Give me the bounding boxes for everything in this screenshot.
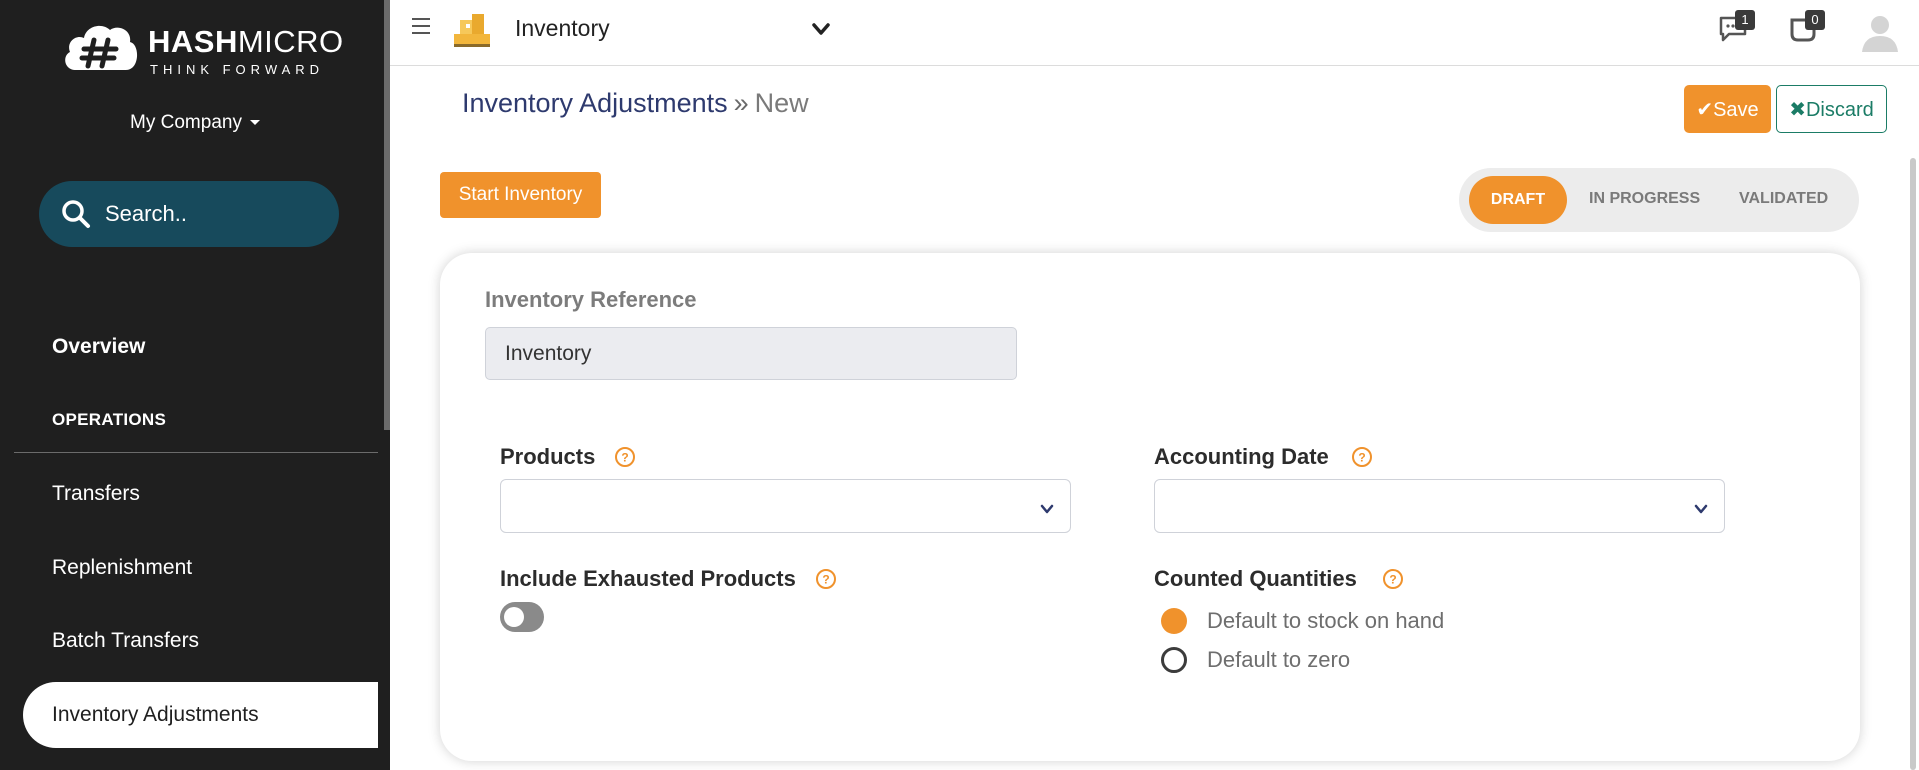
main-scrollbar[interactable] bbox=[1910, 158, 1916, 770]
accounting-date-select[interactable] bbox=[1154, 479, 1725, 533]
sidebar-item-replenishment[interactable]: Replenishment bbox=[52, 556, 192, 580]
status-bar: DRAFT IN PROGRESS VALIDATED bbox=[1459, 168, 1859, 232]
hashmicro-logo-icon bbox=[65, 25, 138, 70]
svg-text:?: ? bbox=[1389, 573, 1396, 587]
brand-name-bold: HASH bbox=[148, 24, 238, 59]
save-label: Save bbox=[1713, 98, 1759, 121]
start-inventory-button[interactable]: Start Inventory bbox=[440, 172, 601, 218]
breadcrumb-separator: » bbox=[733, 88, 749, 118]
inventory-boxes-icon bbox=[454, 14, 490, 47]
question-circle-icon[interactable]: ? bbox=[614, 446, 636, 468]
app-title: Inventory bbox=[515, 15, 610, 41]
radio-zero-label[interactable]: Default to zero bbox=[1207, 647, 1350, 673]
sidebar-search[interactable] bbox=[39, 181, 339, 247]
products-label: Products bbox=[500, 444, 596, 469]
discard-button[interactable]: ✖Discard bbox=[1776, 85, 1887, 133]
status-draft[interactable]: DRAFT bbox=[1469, 176, 1567, 224]
svg-text:?: ? bbox=[621, 451, 628, 465]
include-exhausted-label: Include Exhausted Products bbox=[500, 566, 796, 591]
counted-quantities-label: Counted Quantities bbox=[1154, 566, 1357, 591]
products-select[interactable] bbox=[500, 479, 1071, 533]
search-input[interactable] bbox=[105, 201, 325, 227]
sidebar-item-overview[interactable]: Overview bbox=[52, 335, 145, 359]
radio-stock-on-hand[interactable] bbox=[1161, 608, 1187, 634]
breadcrumb-parent[interactable]: Inventory Adjustments bbox=[462, 88, 728, 118]
app-root: HASHMICRO THINK FORWARD My Company Overv… bbox=[0, 0, 1919, 770]
save-button[interactable]: ✔Save bbox=[1684, 85, 1771, 133]
radio-stock-on-hand-label[interactable]: Default to stock on hand bbox=[1207, 608, 1444, 634]
sidebar-item-inventory-adjustments[interactable]: Inventory Adjustments bbox=[23, 682, 378, 748]
sidebar-item-batch-transfers[interactable]: Batch Transfers bbox=[52, 629, 199, 653]
caret-down-icon bbox=[249, 120, 260, 126]
activities-badge: 0 bbox=[1805, 10, 1825, 30]
brand-logo[interactable]: HASHMICRO THINK FORWARD bbox=[62, 20, 344, 77]
svg-text:?: ? bbox=[1358, 451, 1365, 465]
brand-tagline: THINK FORWARD bbox=[150, 62, 325, 77]
brand-name-light: MICRO bbox=[237, 24, 344, 59]
sidebar-item-transfers[interactable]: Transfers bbox=[52, 482, 140, 506]
breadcrumb: Inventory Adjustments» New bbox=[462, 88, 809, 119]
question-circle-icon[interactable]: ? bbox=[1351, 446, 1373, 468]
company-name: My Company bbox=[130, 112, 242, 133]
user-avatar-icon[interactable] bbox=[1860, 12, 1900, 52]
discard-label: Discard bbox=[1805, 98, 1874, 121]
sidebar-divider bbox=[14, 452, 378, 453]
status-validated[interactable]: VALIDATED bbox=[1739, 190, 1828, 208]
search-icon bbox=[62, 200, 90, 228]
radio-zero[interactable] bbox=[1161, 647, 1187, 673]
topbar: Inventory 1 0 bbox=[390, 0, 1919, 66]
company-switcher[interactable]: My Company bbox=[0, 112, 390, 134]
question-circle-icon[interactable]: ? bbox=[815, 568, 837, 590]
inventory-reference-label: Inventory Reference bbox=[485, 287, 697, 312]
brand-name: HASHMICRO bbox=[148, 24, 344, 60]
question-circle-icon[interactable]: ? bbox=[1382, 568, 1404, 590]
sidebar: HASHMICRO THINK FORWARD My Company Overv… bbox=[0, 0, 390, 770]
chevron-down-icon[interactable] bbox=[810, 18, 832, 40]
chevron-down-icon bbox=[1040, 504, 1054, 514]
toggle-knob bbox=[504, 607, 524, 627]
close-icon: ✖ bbox=[1789, 98, 1806, 121]
inventory-reference-input[interactable] bbox=[485, 327, 1017, 380]
accounting-date-label: Accounting Date bbox=[1154, 444, 1329, 469]
include-exhausted-toggle[interactable] bbox=[500, 602, 544, 632]
messages-badge: 1 bbox=[1735, 10, 1755, 30]
status-in-progress[interactable]: IN PROGRESS bbox=[1589, 190, 1700, 208]
sidebar-section-operations: OPERATIONS bbox=[52, 410, 167, 429]
svg-text:?: ? bbox=[822, 573, 829, 587]
hamburger-icon[interactable] bbox=[412, 18, 430, 36]
breadcrumb-current: New bbox=[754, 88, 809, 118]
chevron-down-icon bbox=[1694, 504, 1708, 514]
sidebar-item-label: Inventory Adjustments bbox=[52, 703, 259, 726]
check-icon: ✔ bbox=[1696, 98, 1714, 121]
